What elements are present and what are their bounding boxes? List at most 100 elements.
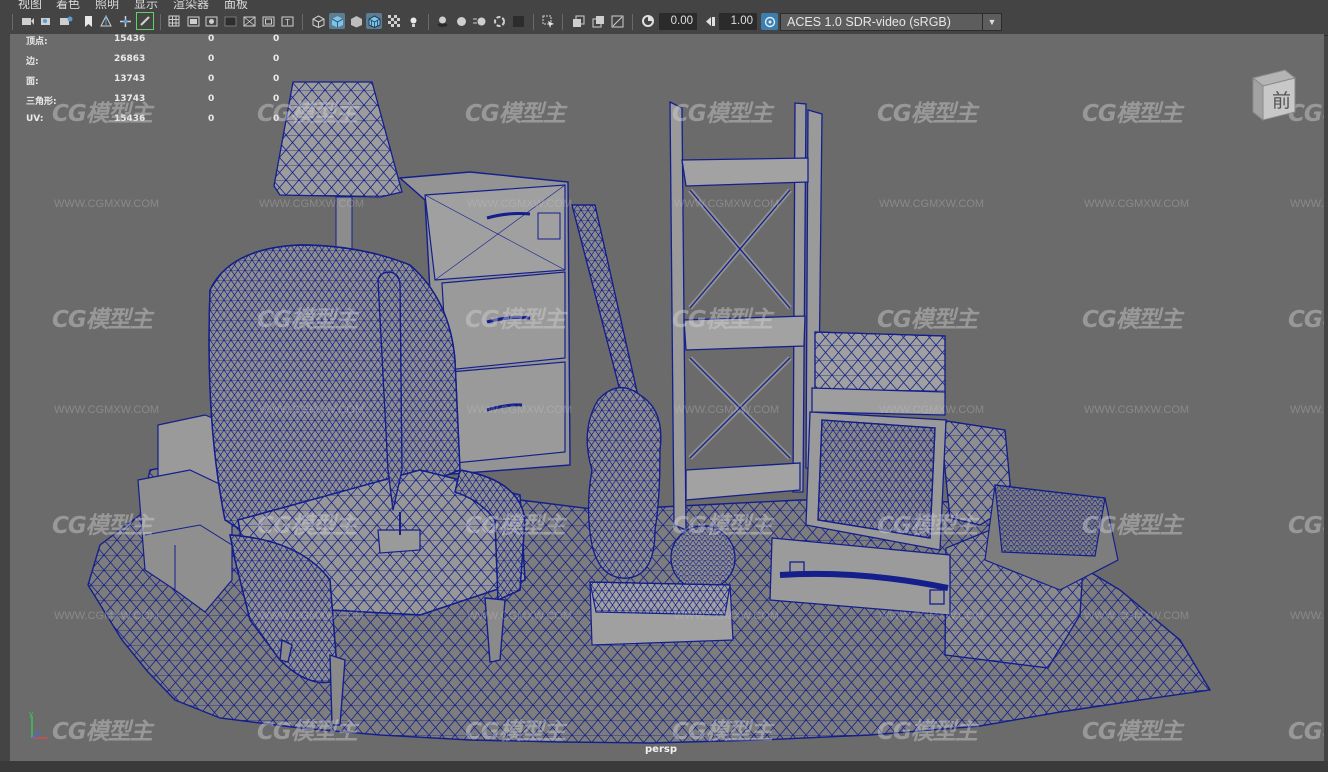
use-all-lights-icon[interactable] [405,13,421,29]
axis-gizmo: y [29,710,48,739]
camera-select-icon[interactable] [20,13,36,29]
gate-mask-icon[interactable] [222,13,238,29]
watermark-logo: CG模型主 [52,307,153,333]
watermark-logo: CG模型主 [672,307,773,333]
watermark-logo: CG模型主 [1288,307,1324,333]
hud-value: 13743 [114,74,146,84]
viewport-bottom-border [0,761,1328,772]
watermark-url: WWW.CGMXW.COM [54,198,160,210]
image-plane-icon[interactable] [98,13,114,29]
toolbar-separator [12,14,13,30]
smooth-shade-icon[interactable] [329,13,345,29]
watermark-logo: CG模型主 [257,307,358,333]
watermark-logo: CG模型主 [1082,513,1183,539]
viewcube-front-label[interactable]: 前 [1272,86,1291,113]
depth-of-field-icon[interactable] [510,13,526,29]
gamma-field[interactable]: 1.00 [719,13,757,30]
safe-title-icon[interactable]: T [279,13,295,29]
default-material-icon[interactable] [348,13,364,29]
camera-attributes-icon[interactable] [39,13,55,29]
watermark-logo: CG模型主 [52,719,153,745]
menu-view[interactable]: 视图 [18,0,42,9]
color-management-icon[interactable] [761,13,778,30]
viewport-menubar: 视图 着色 照明 显示 渲染器 面板 [0,0,1328,9]
watermark-url: WWW.CGMXW.COM [674,610,780,622]
toolbar-separator [160,14,161,30]
viewport-toolbar: T 0.00 1.00 ACES 1.0 SDR-video (sRGB) ▼ [0,9,1328,36]
watermark-logo: CG模型主 [877,719,978,745]
camera-name-label: persp [645,744,677,755]
hud-label: 顶点: [26,37,48,47]
watermark-logo: CG模型主 [257,719,358,745]
grease-pencil-icon[interactable] [136,12,154,30]
hud-label: 边: [26,57,39,67]
watermark-url: WWW.CGMXW.COM [467,610,573,622]
shadows-icon[interactable] [434,13,450,29]
svg-text:T: T [284,18,290,27]
hud-value: 0 [273,74,280,84]
watermark-logo: CG模型主 [1288,513,1324,539]
film-gate-icon[interactable] [185,13,201,29]
watermark-url: WWW.CGMXW.COM [259,610,365,622]
watermark-logo: CG模型主 [877,513,978,539]
menu-show[interactable]: 显示 [134,0,158,9]
watermark-url: WWW.CGMXW.COM [879,610,985,622]
field-chart-icon[interactable] [241,13,257,29]
watermark-logo: CG模型主 [465,513,566,539]
camera-lock-icon[interactable] [58,13,74,29]
safe-action-icon[interactable] [260,13,276,29]
wireframe-icon[interactable] [310,13,326,29]
watermark-url: WWW.CGMXW.COM [674,404,780,416]
hud-row-vertices: 顶点: 15436 0 0 [26,34,296,54]
watermark-url: WWW.CGMXW.COM [1084,610,1190,622]
toolbar-separator [533,14,534,30]
xray-joints-icon[interactable] [590,13,606,29]
watermark-url: WWW.CGMXW.COM [1290,610,1324,622]
watermark-url: WWW.CGMXW.COM [674,198,780,210]
exposure-field[interactable]: 0.00 [659,13,697,30]
motion-blur-icon[interactable] [472,13,488,29]
hud-value: 0 [208,94,215,104]
textured-icon[interactable] [386,13,402,29]
hud-label: 面: [26,77,39,87]
hud-value: 0 [208,34,215,44]
xray-icon[interactable] [570,13,586,29]
toolbar-separator [632,14,633,30]
chevron-down-icon[interactable]: ▼ [982,14,1001,30]
hud-value: 0 [273,54,280,64]
resolution-gate-icon[interactable] [203,13,219,29]
color-space-dropdown[interactable]: ACES 1.0 SDR-video (sRGB) ▼ [780,13,1002,31]
gamma-icon[interactable] [702,13,718,29]
watermark-logo: CG模型主 [877,101,978,127]
menu-lighting[interactable]: 照明 [95,0,119,9]
hud-value: 0 [208,54,215,64]
menu-renderer[interactable]: 渲染器 [173,0,209,9]
screen-space-ao-icon[interactable] [453,13,469,29]
menu-shading[interactable]: 着色 [56,0,80,9]
watermark-url: WWW.CGMXW.COM [54,610,160,622]
viewport-left-border [0,34,10,772]
wireframe-on-shaded-icon[interactable] [366,13,382,29]
2d-pan-zoom-icon[interactable] [117,13,133,29]
anti-aliasing-icon[interactable] [491,13,507,29]
watermark-logo: CG模型主 [257,101,358,127]
watermark-logo: CG模型主 [465,101,566,127]
color-space-value: ACES 1.0 SDR-video (sRGB) [787,15,951,29]
toolbar-separator [562,14,563,30]
watermark-url: WWW.CGMXW.COM [259,198,365,210]
hud-value: 26863 [114,54,146,64]
bookmark-icon[interactable] [80,13,96,29]
hud-label: UV: [26,114,44,124]
menu-panels[interactable]: 面板 [224,0,248,9]
isolate-select-icon[interactable] [540,13,556,29]
xray-active-components-icon[interactable] [609,13,625,29]
watermark-logo: CG模型主 [672,513,773,539]
exposure-icon[interactable] [640,13,656,29]
watermark-url: WWW.CGMXW.COM [259,404,365,416]
watermark-url: WWW.CGMXW.COM [879,404,985,416]
perspective-viewport[interactable]: 顶点: 15436 0 0 边: 26863 0 0 面: 13743 0 0 … [10,34,1324,761]
svg-text:y: y [29,710,33,718]
view-cube[interactable]: 前 [1241,64,1299,122]
hud-value: 0 [208,114,215,124]
grid-icon[interactable] [166,13,182,29]
